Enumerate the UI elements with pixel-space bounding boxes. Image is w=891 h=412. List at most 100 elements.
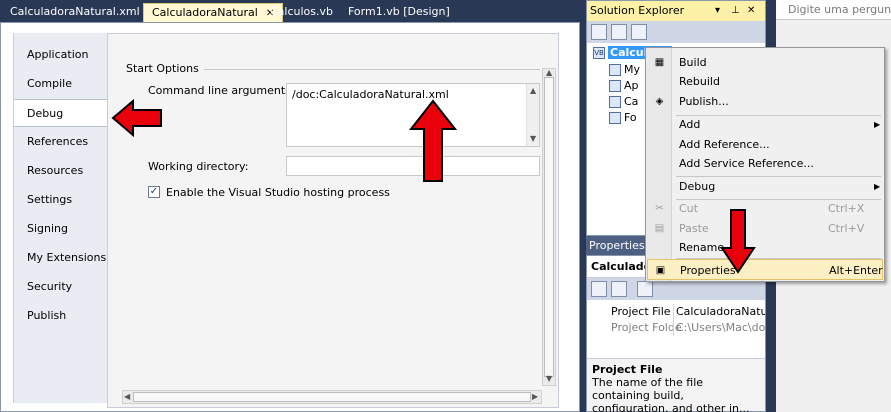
scroll-up-icon[interactable]: ▲: [530, 86, 536, 95]
menu-shortcut: Ctrl+X: [828, 202, 865, 215]
nav-item-compile[interactable]: Compile: [14, 70, 108, 98]
command-line-label: Command line arguments:: [148, 84, 295, 97]
check-icon: ✓: [149, 186, 159, 197]
nav-item-settings[interactable]: Settings: [14, 186, 108, 214]
pin-icon[interactable]: ⊥: [731, 1, 740, 21]
refresh-button[interactable]: [631, 24, 647, 40]
page-horizontal-scrollbar[interactable]: ◀ ▶: [122, 390, 542, 404]
build-icon: ▦: [654, 57, 665, 68]
nav-item-my-extensions[interactable]: My Extensions: [14, 244, 108, 272]
menu-label: Rebuild: [679, 75, 720, 88]
menu-item-rename[interactable]: Rename: [647, 237, 883, 258]
alphabetical-button[interactable]: [611, 281, 627, 297]
app-config-icon: [609, 80, 621, 92]
menu-label: Debug: [679, 180, 716, 193]
tree-label: Ca: [624, 95, 639, 108]
page-vertical-scrollbar[interactable]: ▲ ▼: [542, 68, 556, 386]
nav-item-signing[interactable]: Signing: [14, 215, 108, 243]
scroll-right-icon[interactable]: ▶: [532, 392, 538, 401]
my-project-icon: [609, 64, 621, 76]
tree-item-calculos[interactable]: Ca: [609, 94, 638, 109]
menu-label: Add Service Reference...: [679, 157, 814, 170]
tab-form1-design[interactable]: Form1.vb [Design]: [340, 3, 458, 22]
description-title: Project File: [592, 363, 663, 376]
scroll-up-icon[interactable]: ▲: [546, 68, 552, 77]
menu-item-build[interactable]: ▦ Build: [647, 52, 883, 73]
nav-item-resources[interactable]: Resources: [14, 157, 108, 185]
hosting-process-label: Enable the Visual Studio hosting process: [166, 186, 390, 199]
vb-file-icon: [609, 96, 621, 108]
property-pages-button[interactable]: [637, 281, 653, 297]
scroll-down-icon[interactable]: ▼: [530, 134, 536, 143]
solution-explorer-toolbar: [587, 21, 765, 43]
scroll-thumb[interactable]: [544, 77, 554, 377]
nav-item-references[interactable]: References: [14, 128, 108, 156]
project-designer: Application Compile Debug References Res…: [0, 22, 580, 412]
cut-icon: ✂: [655, 203, 664, 214]
property-value: CalculadoraNatural: [676, 305, 765, 318]
property-value: C:\Users\Mac\doc: [676, 321, 765, 334]
menu-label: Rename: [679, 241, 725, 254]
debug-page: Start Options Command line arguments: /d…: [107, 33, 559, 408]
description-text: The name of the file containing build, c…: [592, 376, 750, 412]
nav-item-debug[interactable]: Debug: [14, 99, 108, 127]
red-arrow-down-icon: [720, 209, 756, 274]
menu-item-publish[interactable]: ◈ Publish...: [647, 91, 883, 112]
tree-item-my-project[interactable]: My: [609, 62, 640, 77]
tab-calculadoranatural-xml[interactable]: CalculadoraNatural.xml: [2, 3, 148, 22]
tree-item-app-config[interactable]: Ap: [609, 78, 639, 93]
categorized-button[interactable]: [591, 281, 607, 297]
panel-title: Solution Explorer: [590, 4, 685, 17]
section-divider: [204, 69, 540, 70]
vb-project-icon: VB: [593, 47, 605, 59]
tab-label: CalculadoraNatural.xml: [10, 5, 140, 18]
document-tab-strip: CalculadoraNatural.xml CalculadoraNatura…: [0, 0, 580, 22]
menu-item-debug[interactable]: Debug ▶: [647, 176, 883, 197]
ide-window: CalculadoraNatural.xml CalculadoraNatura…: [0, 0, 891, 412]
scroll-thumb[interactable]: [133, 392, 531, 402]
menu-item-properties[interactable]: ▣ Properties Alt+Enter: [647, 259, 883, 280]
menu-item-add-service-reference[interactable]: Add Service Reference...: [647, 153, 883, 174]
property-name: Project File: [611, 305, 671, 318]
menu-shortcut: Alt+Enter: [829, 264, 883, 277]
hosting-process-checkbox[interactable]: ✓: [148, 186, 160, 198]
menu-item-add[interactable]: Add ▶: [647, 114, 883, 135]
submenu-arrow-icon: ▶: [874, 182, 881, 191]
column-divider: [673, 320, 674, 336]
publish-icon: ◈: [655, 96, 664, 107]
textarea-scrollbar[interactable]: ▲ ▼: [526, 84, 539, 146]
context-menu: ▦ Build Rebuild ◈ Publish... Add ▶ Add R…: [645, 47, 885, 282]
tree-item-form1[interactable]: Fo: [609, 110, 637, 125]
nav-item-security[interactable]: Security: [14, 273, 108, 301]
menu-item-add-reference[interactable]: Add Reference...: [647, 134, 883, 155]
column-divider: [673, 304, 674, 320]
tree-label: Ap: [624, 79, 639, 92]
help-search-input[interactable]: Digite uma pergunta: [776, 0, 891, 20]
tab-calculos-vb[interactable]: Calculos.vb: [262, 3, 341, 22]
dropdown-icon[interactable]: ▾: [715, 1, 720, 21]
tree-label: My: [624, 63, 641, 76]
property-row[interactable]: Project Folde C:\Users\Mac\doc: [587, 320, 765, 336]
nav-item-application[interactable]: Application: [14, 41, 108, 69]
show-all-files-button[interactable]: [611, 24, 627, 40]
tab-label: Form1.vb [Design]: [348, 5, 450, 18]
tree-label: Fo: [624, 111, 637, 124]
scroll-left-icon[interactable]: ◀: [124, 392, 130, 401]
menu-label: Publish...: [679, 95, 729, 108]
designer-nav: Application Compile Debug References Res…: [13, 33, 108, 403]
properties-button[interactable]: [591, 24, 607, 40]
nav-item-publish[interactable]: Publish: [14, 302, 108, 330]
menu-label: Cut: [679, 202, 698, 215]
menu-shortcut: Ctrl+V: [828, 222, 865, 235]
menu-item-cut[interactable]: ✂ Cut Ctrl+X: [647, 198, 883, 219]
menu-item-paste[interactable]: ▤ Paste Ctrl+V: [647, 218, 883, 239]
solution-explorer-title: Solution Explorer ▾ ⊥ ✕: [587, 1, 765, 21]
form-file-icon: [609, 112, 621, 124]
property-description: Project File The name of the file contai…: [587, 358, 765, 412]
property-row[interactable]: Project File CalculadoraNatural: [587, 304, 765, 320]
red-arrow-left-icon: [111, 99, 162, 137]
red-arrow-up-icon: [409, 99, 457, 182]
scroll-down-icon[interactable]: ▼: [546, 374, 552, 383]
close-icon[interactable]: ✕: [747, 1, 755, 21]
menu-item-rebuild[interactable]: Rebuild: [647, 71, 883, 92]
